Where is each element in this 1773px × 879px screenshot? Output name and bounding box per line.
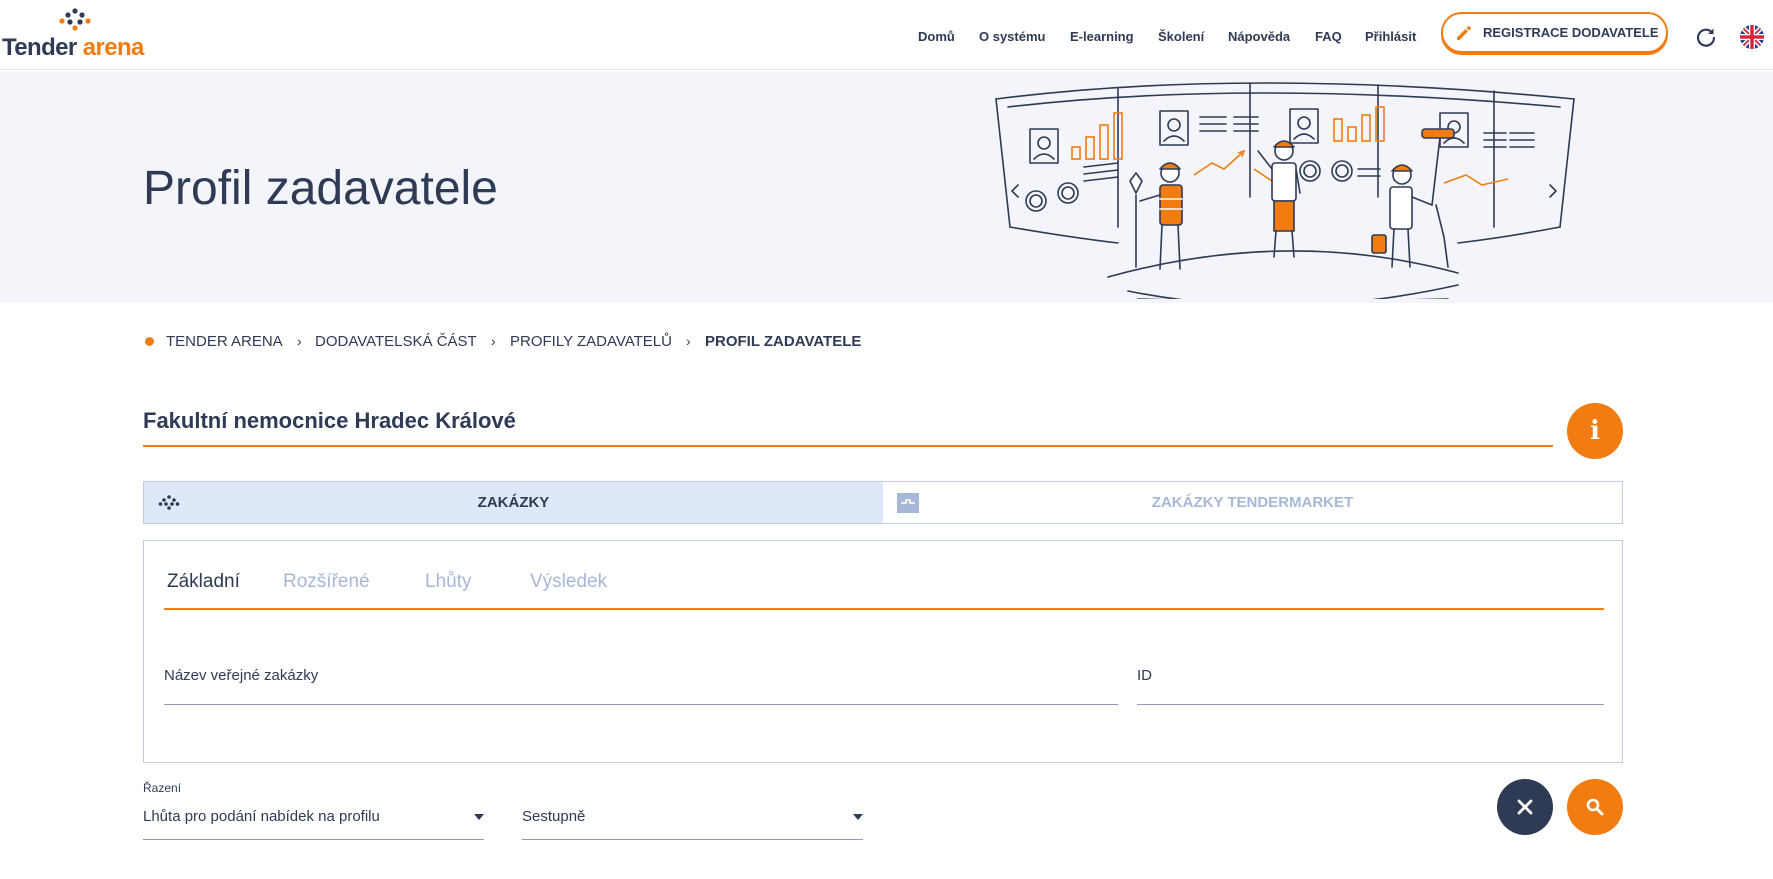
main-tabs: ZAKÁZKY ZAKÁZKY TENDERMARKET xyxy=(143,481,1623,524)
filter-tab-advanced[interactable]: Rozšířené xyxy=(283,571,370,593)
chevron-down-icon xyxy=(474,814,484,820)
breadcrumb-tender-arena[interactable]: TENDER ARENA xyxy=(166,333,283,350)
info-icon: i xyxy=(1590,416,1600,446)
contract-id-label: ID xyxy=(1137,667,1152,684)
nav-training[interactable]: Školení xyxy=(1158,29,1204,44)
tendermarket-icon xyxy=(897,493,919,513)
register-supplier-button[interactable]: REGISTRACE DODAVATELE xyxy=(1441,12,1668,53)
logo-text: Tender arena xyxy=(2,34,144,62)
nav-home[interactable]: Domů xyxy=(918,29,955,44)
uk-flag-icon[interactable] xyxy=(1740,25,1764,49)
breadcrumb-supplier-section[interactable]: DODAVATELSKÁ ČÁST xyxy=(315,333,477,350)
register-supplier-label: REGISTRACE DODAVATELE xyxy=(1483,25,1659,40)
clear-filters-button[interactable] xyxy=(1497,779,1553,835)
filter-panel: Základní Rozšířené Lhůty Výsledek Název … xyxy=(143,540,1623,763)
nav-faq[interactable]: FAQ xyxy=(1315,29,1342,44)
nav-elearning[interactable]: E-learning xyxy=(1070,29,1134,44)
nav-about[interactable]: O systému xyxy=(979,29,1045,44)
breadcrumb-dot-icon xyxy=(145,337,154,346)
logo-word-arena: arena xyxy=(82,34,145,61)
breadcrumb-buyer-profile: PROFIL ZADAVATELE xyxy=(705,333,862,350)
tab-contracts-label: ZAKÁZKY xyxy=(477,494,550,511)
search-icon xyxy=(1586,798,1604,816)
hero-banner: Profil zadavatele xyxy=(0,71,1773,303)
close-icon xyxy=(1517,799,1533,815)
breadcrumb-buyer-profiles[interactable]: PROFILY ZADAVATELŮ xyxy=(510,333,672,350)
nav-help[interactable]: Nápověda xyxy=(1228,29,1290,44)
info-button[interactable]: i xyxy=(1567,403,1623,459)
contract-id-field[interactable]: ID xyxy=(1137,667,1604,705)
sort-by-select[interactable]: Lhůta pro podání nabídek na profilu xyxy=(143,806,484,840)
contract-name-label: Název veřejné zakázky xyxy=(164,667,319,684)
sort-by-value: Lhůta pro podání nabídek na profilu xyxy=(143,808,380,825)
sort-order-select[interactable]: Sestupně xyxy=(522,806,863,840)
pencil-icon xyxy=(1451,20,1477,46)
tab-contracts[interactable]: ZAKÁZKY xyxy=(144,482,883,523)
logo-dots-icon xyxy=(59,8,91,31)
page-title: Profil zadavatele xyxy=(143,162,498,215)
workers-dashboard-illustration xyxy=(995,82,1575,299)
top-header: Tender arena Domů O systému E-learning Š… xyxy=(0,0,1773,70)
chevron-down-icon xyxy=(853,814,863,820)
tab-tendermarket-contracts[interactable]: ZAKÁZKY TENDERMARKET xyxy=(883,482,1622,523)
chevron-right-icon: › xyxy=(491,333,496,349)
chevron-right-icon: › xyxy=(686,333,691,349)
refresh-icon[interactable] xyxy=(1694,25,1718,49)
logo-word-tender: Tender xyxy=(2,34,77,61)
contract-name-field[interactable]: Název veřejné zakázky xyxy=(164,667,1118,705)
filter-tab-basic[interactable]: Základní xyxy=(167,571,240,593)
filter-tab-result[interactable]: Výsledek xyxy=(530,571,607,593)
tender-arena-dots-icon xyxy=(158,495,180,510)
tender-arena-logo[interactable]: Tender arena xyxy=(2,6,152,62)
organization-name: Fakultní nemocnice Hradec Králové xyxy=(143,408,516,433)
sort-label: Řazení xyxy=(143,781,182,795)
filter-tabs-underline xyxy=(164,608,1604,610)
title-underline xyxy=(143,445,1553,447)
nav-login[interactable]: Přihlásit xyxy=(1365,29,1416,44)
search-button[interactable] xyxy=(1567,779,1623,835)
filter-tab-deadlines[interactable]: Lhůty xyxy=(425,571,471,593)
tab-tendermarket-label: ZAKÁZKY TENDERMARKET xyxy=(1151,494,1354,511)
chevron-right-icon: › xyxy=(297,333,302,349)
sort-order-value: Sestupně xyxy=(522,808,586,825)
